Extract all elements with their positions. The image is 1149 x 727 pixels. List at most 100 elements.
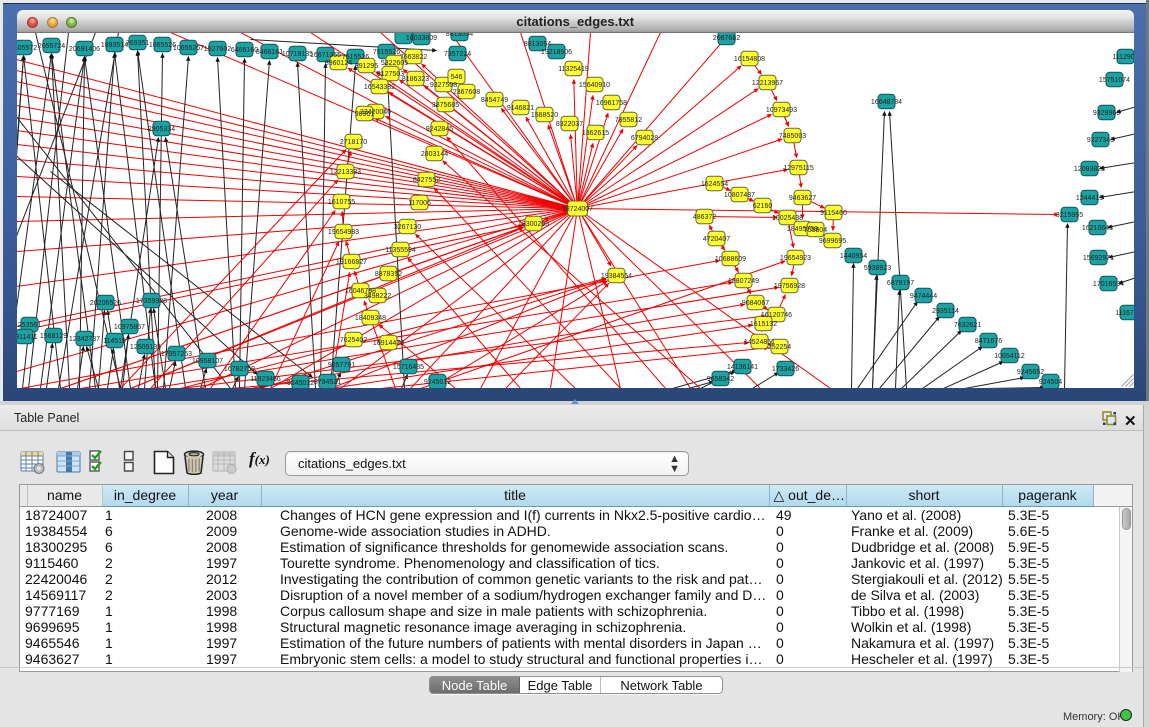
svg-text:8813054: 8813054 <box>523 41 550 48</box>
svg-text:8427552: 8427552 <box>412 177 439 184</box>
svg-text:19654983: 19654983 <box>327 229 358 236</box>
svg-text:9245652: 9245652 <box>1016 369 1043 376</box>
svg-text:6466160: 6466160 <box>230 47 257 54</box>
svg-text:17016504: 17016504 <box>1092 281 1123 288</box>
svg-text:18409348: 18409348 <box>354 315 385 322</box>
svg-text:12213383: 12213383 <box>329 169 360 176</box>
svg-text:8454749: 8454749 <box>480 97 507 104</box>
svg-text:10655267: 10655267 <box>172 45 203 52</box>
svg-text:924504: 924504 <box>1038 379 1061 386</box>
svg-text:759804: 759804 <box>803 227 826 234</box>
svg-text:114519: 114519 <box>103 338 126 345</box>
svg-text:7955812: 7955812 <box>614 117 641 124</box>
svg-text:5938923: 5938923 <box>863 265 890 272</box>
svg-text:3215955: 3215955 <box>1055 212 1082 219</box>
svg-text:11325419: 11325419 <box>558 66 589 73</box>
svg-text:8466161: 8466161 <box>255 49 282 56</box>
svg-text:12975115: 12975115 <box>783 165 814 172</box>
svg-text:9658342: 9658342 <box>706 376 733 383</box>
svg-text:7625402: 7625402 <box>339 337 366 344</box>
svg-text:16671355: 16671355 <box>309 52 340 59</box>
svg-text:769351: 769351 <box>125 40 148 47</box>
svg-text:5322605: 5322605 <box>380 60 407 67</box>
svg-text:2905334: 2905334 <box>147 126 174 133</box>
svg-text:9463627: 9463627 <box>788 195 815 202</box>
svg-text:546: 546 <box>450 74 462 81</box>
svg-text:2055724: 2055724 <box>37 43 64 50</box>
svg-text:19756928: 19756928 <box>773 283 804 290</box>
svg-text:486372: 486372 <box>692 214 715 221</box>
svg-text:15640910: 15640910 <box>578 82 609 89</box>
svg-text:17359928: 17359928 <box>135 298 166 305</box>
svg-text:16120746: 16120746 <box>760 312 791 319</box>
svg-text:11923466: 11923466 <box>250 376 281 383</box>
svg-text:16914479: 16914479 <box>372 340 403 347</box>
svg-text:253561: 253561 <box>17 322 40 329</box>
svg-text:9245012: 9245012 <box>286 380 313 387</box>
svg-text:9245012: 9245012 <box>423 379 450 386</box>
svg-text:20691406: 20691406 <box>68 46 99 53</box>
svg-text:9329966: 9329966 <box>1092 110 1119 117</box>
svg-text:7632621: 7632621 <box>953 322 980 329</box>
svg-text:19218506: 19218506 <box>540 49 571 56</box>
svg-text:8794521: 8794521 <box>313 379 340 386</box>
svg-text:10025438: 10025438 <box>771 215 802 222</box>
svg-text:1112905: 1112905 <box>1112 54 1134 61</box>
svg-text:3267130: 3267130 <box>393 224 420 231</box>
svg-text:2803144: 2803144 <box>420 151 447 158</box>
svg-text:62160: 62160 <box>752 203 772 210</box>
svg-text:16154808: 16154808 <box>733 56 764 63</box>
svg-text:1116753: 1116753 <box>1115 310 1134 317</box>
svg-text:10958107: 10958107 <box>191 358 222 365</box>
svg-text:18724007: 18724007 <box>561 206 592 213</box>
svg-text:8813054: 8813054 <box>445 33 472 38</box>
svg-text:2087682: 2087682 <box>712 35 739 42</box>
svg-text:20206526: 20206526 <box>89 300 120 307</box>
svg-text:16033809: 16033809 <box>405 35 436 42</box>
svg-text:14136141: 14136141 <box>726 364 757 371</box>
svg-text:4720407: 4720407 <box>702 236 729 243</box>
svg-text:8878352: 8878352 <box>374 271 401 278</box>
svg-text:2367608: 2367608 <box>452 89 479 96</box>
svg-text:1588520: 1588520 <box>530 112 557 119</box>
svg-text:18300295: 18300295 <box>517 221 548 228</box>
svg-text:2935114: 2935114 <box>932 308 959 315</box>
svg-text:9657791: 9657791 <box>327 362 354 369</box>
svg-text:19384554: 19384554 <box>600 273 631 280</box>
svg-text:8186323: 8186323 <box>401 76 428 83</box>
svg-text:15751074: 15751074 <box>1098 77 1129 84</box>
svg-text:9327508: 9327508 <box>429 82 456 89</box>
svg-text:1440954: 1440954 <box>839 253 866 260</box>
svg-text:12505135: 12505135 <box>129 344 160 351</box>
svg-text:1893514: 1893514 <box>100 42 127 49</box>
svg-text:19166827: 19166827 <box>335 259 366 266</box>
svg-text:9227343: 9227343 <box>1086 137 1113 144</box>
svg-text:7663822: 7663822 <box>399 54 426 61</box>
svg-text:18807249: 18807249 <box>727 278 758 285</box>
svg-text:12213967: 12213967 <box>751 80 782 87</box>
svg-text:9146821: 9146821 <box>506 105 533 112</box>
svg-text:16543382: 16543382 <box>363 84 394 91</box>
svg-text:98961: 98961 <box>354 111 374 118</box>
svg-text:19654923: 19654923 <box>779 255 810 262</box>
svg-text:1624554: 1624554 <box>700 181 727 188</box>
svg-text:1733426: 1733426 <box>771 366 798 373</box>
svg-text:1362615: 1362615 <box>581 130 608 137</box>
svg-text:8960124: 8960124 <box>324 60 351 67</box>
svg-text:10719135: 10719135 <box>281 51 312 58</box>
svg-text:15716485: 15716485 <box>392 364 423 371</box>
svg-text:8471676: 8471676 <box>974 338 1001 345</box>
svg-text:9084067: 9084067 <box>741 300 768 307</box>
svg-text:8322037: 8322037 <box>555 121 582 128</box>
svg-text:252254: 252254 <box>767 344 790 351</box>
svg-text:10654112: 10654112 <box>994 353 1025 360</box>
svg-text:1527602: 1527602 <box>203 46 230 53</box>
svg-text:16782759: 16782759 <box>223 366 254 373</box>
svg-text:16648784: 16648784 <box>870 99 901 106</box>
svg-text:7357224: 7357224 <box>443 51 470 58</box>
svg-text:10688609: 10688609 <box>714 256 745 263</box>
svg-text:9127503: 9127503 <box>376 71 403 78</box>
svg-text:9242845: 9242845 <box>425 126 452 133</box>
svg-text:9474444: 9474444 <box>909 293 936 300</box>
svg-text:1615132: 1615132 <box>749 321 776 328</box>
